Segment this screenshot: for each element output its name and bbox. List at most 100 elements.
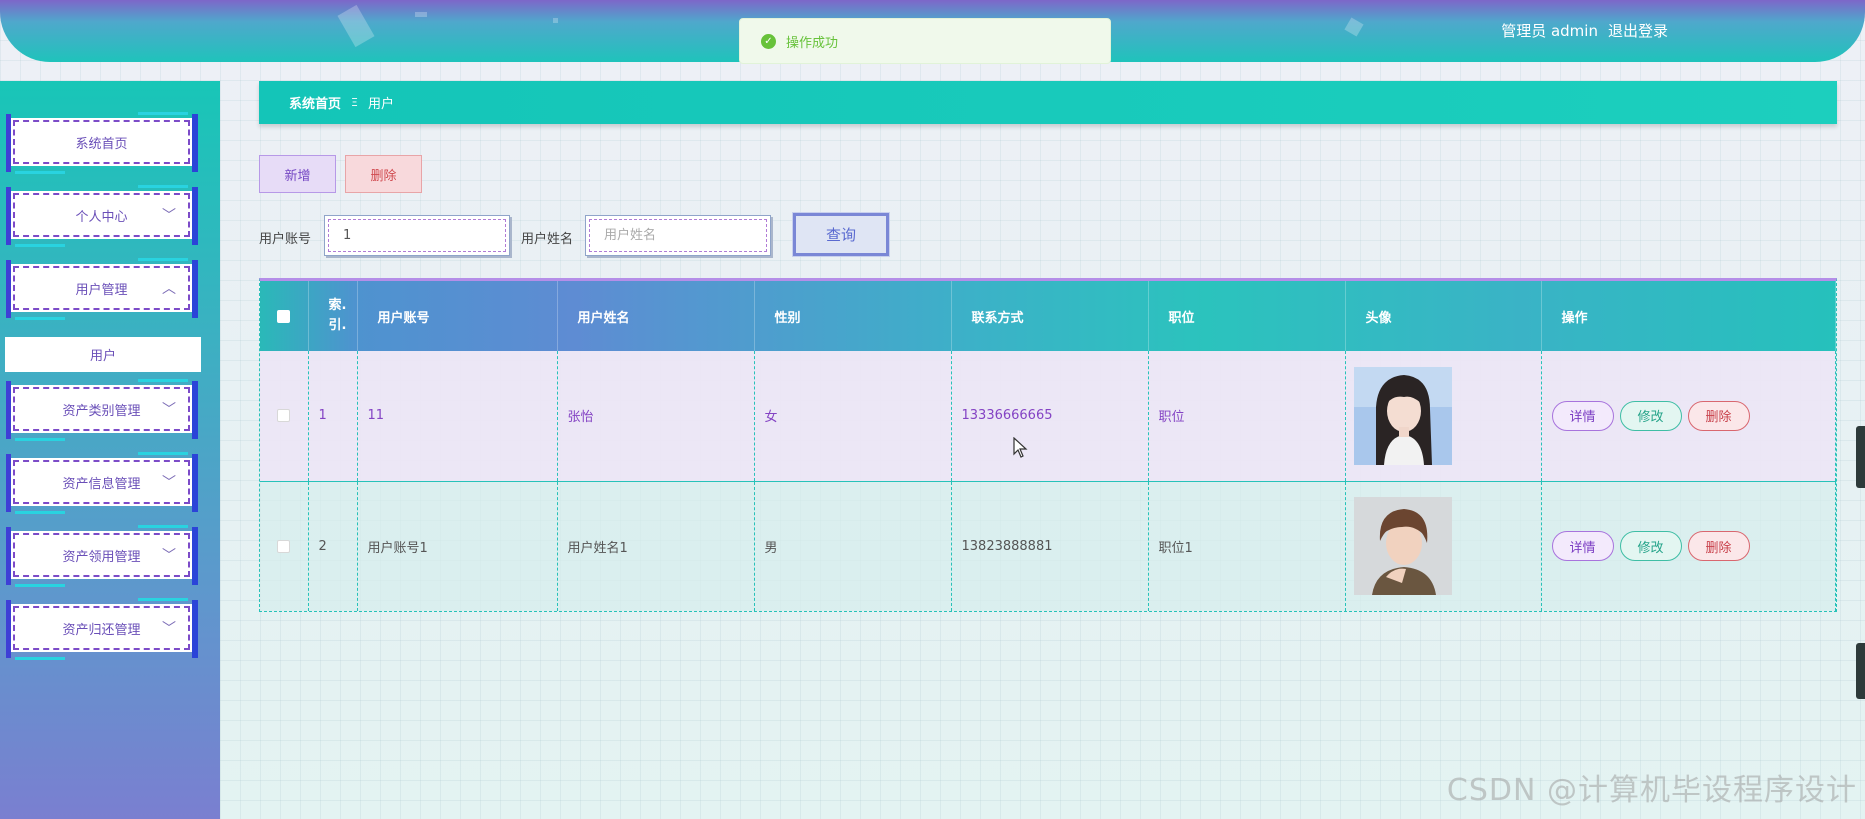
column-header-avatar: 头像	[1345, 281, 1542, 351]
menu-inner: 个人中心 ﹀	[11, 191, 192, 239]
name-cell: 用户姓名1	[557, 481, 755, 611]
edit-button[interactable]: 修改	[1619, 400, 1682, 431]
menu-inner: 资产信息管理 ﹀	[11, 458, 192, 506]
menu-inner: 用户管理 ︿	[11, 264, 192, 312]
sidebar-item-label: 个人中心	[75, 209, 128, 225]
sidebar-item-label: 用户管理	[75, 282, 128, 298]
actions-cell: 详情 修改 删除	[1541, 351, 1836, 482]
table-row[interactable]: 2 用户账号1 用户姓名1 男 13823888881 职位1 详情 修改 删除	[260, 481, 1836, 611]
row-checkbox[interactable]	[277, 539, 291, 553]
table-header-row: 索. 引. 用户账号 用户姓名 性别 联系方式 职位 头像 操作	[260, 281, 1836, 351]
chevron-down-icon: ﹀	[162, 475, 176, 491]
chevron-up-icon: ︿	[162, 281, 176, 297]
position-cell: 职位1	[1148, 481, 1346, 611]
batch-delete-button[interactable]: 删除	[345, 155, 422, 193]
index-header-bottom: 引.	[328, 318, 347, 333]
male-avatar[interactable]	[1353, 497, 1452, 596]
row-checkbox[interactable]	[277, 409, 291, 423]
gender-cell: 女	[754, 351, 952, 482]
sidebar-item-label: 资产领用管理	[62, 549, 141, 565]
select-all-header	[260, 281, 309, 351]
account-cell: 11	[357, 351, 558, 482]
column-header-phone: 联系方式	[951, 281, 1149, 351]
column-header-actions: 操作	[1541, 281, 1836, 351]
edge-scroll-tab[interactable]	[1856, 426, 1865, 488]
sidebar-item-label: 系统首页	[75, 136, 128, 152]
name-search-input[interactable]	[589, 219, 767, 252]
add-button[interactable]: 新增	[259, 155, 336, 193]
chevron-down-icon: ﹀	[162, 402, 176, 418]
header-decoration	[553, 18, 558, 23]
phone-cell: 13823888881	[951, 481, 1149, 611]
position-cell: 职位	[1148, 351, 1346, 482]
name-search-label: 用户姓名	[521, 232, 574, 247]
column-header-position: 职位	[1148, 281, 1346, 351]
detail-button[interactable]: 详情	[1551, 531, 1614, 562]
header-decoration	[337, 4, 375, 48]
index-cell: 1	[308, 351, 358, 482]
account-search-input[interactable]	[328, 219, 506, 252]
gender-cell: 男	[754, 481, 952, 611]
chevron-down-icon: ﹀	[162, 208, 176, 224]
sidebar-item-asset-borrow[interactable]: 资产领用管理 ﹀	[6, 525, 198, 587]
header-decoration	[415, 12, 427, 17]
logout-link[interactable]: 退出登录	[1608, 20, 1668, 41]
check-circle-icon: ✓	[761, 33, 776, 49]
row-actions: 详情 修改 删除	[1551, 531, 1836, 562]
female-avatar[interactable]	[1353, 366, 1452, 465]
column-header-account: 用户账号	[357, 281, 558, 351]
sidebar-item-asset-category[interactable]: 资产类别管理 ﹀	[6, 379, 198, 441]
sidebar-item-user-management[interactable]: 用户管理 ︿	[6, 258, 198, 320]
sidebar-item-personal-center[interactable]: 个人中心 ﹀	[6, 185, 198, 247]
row-select-cell	[260, 351, 309, 482]
breadcrumb-home[interactable]: 系统首页	[289, 93, 341, 112]
sidebar-subitem-user[interactable]: 用户	[5, 337, 201, 372]
chevron-down-icon: ﹀	[162, 621, 176, 637]
breadcrumb: 系统首页 Ξ 用户	[259, 81, 1837, 124]
query-button[interactable]: 查询	[793, 213, 889, 256]
name-search-box	[585, 215, 771, 256]
menu-inner: 资产归还管理 ﹀	[11, 604, 192, 652]
index-header-top: 索.	[328, 298, 347, 313]
success-toast: ✓ 操作成功	[739, 18, 1111, 64]
phone-cell: 13336666665	[951, 351, 1149, 482]
index-cell: 2	[308, 481, 358, 611]
sidebar-item-asset-info[interactable]: 资产信息管理 ﹀	[6, 452, 198, 514]
account-search-label: 用户账号	[259, 232, 312, 247]
sidebar-item-asset-return[interactable]: 资产归还管理 ﹀	[6, 598, 198, 660]
user-area: 管理员 admin 退出登录	[1501, 20, 1668, 41]
user-table: 索. 引. 用户账号 用户姓名 性别 联系方式 职位 头像 操作 1 11 张怡…	[259, 278, 1837, 612]
user-label: 管理员 admin	[1501, 22, 1598, 40]
actions-cell: 详情 修改 删除	[1541, 481, 1836, 611]
toast-message: 操作成功	[786, 35, 839, 51]
column-header-index: 索. 引.	[308, 281, 358, 351]
row-select-cell	[260, 481, 309, 611]
watermark: CSDN @计算机毕设程序设计	[1446, 773, 1857, 808]
menu-inner: 系统首页	[11, 118, 192, 166]
account-cell: 用户账号1	[357, 481, 558, 611]
column-header-gender: 性别	[754, 281, 952, 351]
mouse-cursor-icon	[1013, 437, 1028, 458]
sidebar-item-label: 资产类别管理	[62, 403, 141, 419]
detail-button[interactable]: 详情	[1551, 400, 1614, 431]
chevron-down-icon: ﹀	[162, 548, 176, 564]
edit-button[interactable]: 修改	[1619, 531, 1682, 562]
breadcrumb-separator-icon: Ξ	[351, 96, 358, 109]
row-actions: 详情 修改 删除	[1551, 400, 1836, 431]
header-decoration	[1344, 17, 1364, 37]
menu-inner: 资产类别管理 ﹀	[11, 385, 192, 433]
menu-inner: 资产领用管理 ﹀	[11, 531, 192, 579]
select-all-checkbox[interactable]	[277, 309, 291, 323]
avatar-cell	[1345, 351, 1542, 482]
edge-scroll-tab[interactable]	[1856, 643, 1865, 699]
delete-button[interactable]: 删除	[1687, 531, 1750, 562]
breadcrumb-current: 用户	[367, 97, 394, 112]
name-cell: 张怡	[557, 351, 755, 482]
sidebar: 系统首页 个人中心 ﹀ 用户管理 ︿ 资产类别管理 ﹀ 资产信息管理 ﹀ 资产领…	[0, 81, 220, 819]
delete-button[interactable]: 删除	[1687, 400, 1750, 431]
sidebar-item-label: 资产信息管理	[62, 476, 141, 492]
account-search-box	[324, 215, 510, 256]
column-header-name: 用户姓名	[557, 281, 755, 351]
sidebar-item-home[interactable]: 系统首页	[6, 112, 198, 174]
table-row[interactable]: 1 11 张怡 女 13336666665 职位 详情 修改 删除	[260, 351, 1836, 482]
